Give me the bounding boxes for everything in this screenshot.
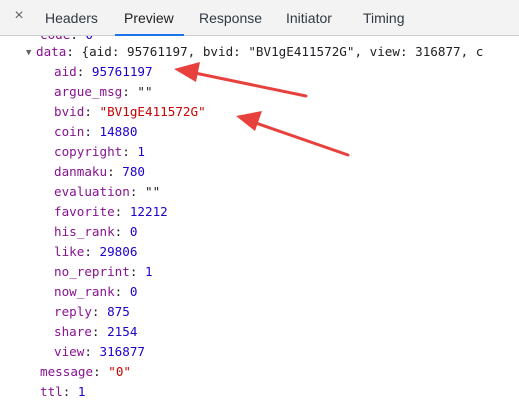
json-field-reply: reply: 875 <box>54 304 130 319</box>
json-line-ttl: ttl: 1 <box>40 384 86 399</box>
json-key: bvid <box>54 104 85 119</box>
json-field-his-rank: his_rank: 0 <box>54 224 138 239</box>
json-key: message <box>40 364 94 379</box>
json-value: 875 <box>107 304 130 319</box>
json-key: favorite <box>54 204 115 219</box>
json-value: 0 <box>129 224 138 239</box>
json-value: 1 <box>137 144 146 159</box>
devtools-tab-bar: × Headers Preview Response Initiator Tim… <box>0 0 519 36</box>
json-key: ttl <box>40 384 63 399</box>
json-field-danmaku: danmaku: 780 <box>54 164 145 179</box>
json-key: danmaku <box>54 164 108 179</box>
tab-timing[interactable]: Timing <box>363 0 405 35</box>
expand-triangle-icon[interactable]: ▼ <box>26 43 36 63</box>
json-value: 14880 <box>99 124 138 139</box>
tab-preview[interactable]: Preview <box>115 0 184 36</box>
json-field-share: share: 2154 <box>54 324 138 339</box>
json-field-like: like: 29806 <box>54 244 138 259</box>
json-value: 316877 <box>99 344 146 359</box>
json-field-aid: aid: 95761197 <box>54 64 153 79</box>
json-key: coin <box>54 124 85 139</box>
json-value: 1 <box>77 384 86 399</box>
json-field-coin: coin: 14880 <box>54 124 138 139</box>
json-key: data <box>36 44 67 59</box>
json-key: like <box>54 244 85 259</box>
json-value: 12212 <box>129 204 168 219</box>
json-value: 2154 <box>107 324 138 339</box>
tab-initiator[interactable]: Initiator <box>286 0 332 35</box>
json-value: "" <box>137 84 153 99</box>
json-value: 0 <box>129 284 138 299</box>
json-value: 1 <box>145 264 153 279</box>
json-value: 29806 <box>99 244 138 259</box>
json-key: argue_msg <box>54 84 123 99</box>
json-field-copyright: copyright: 1 <box>54 144 146 159</box>
tab-headers[interactable]: Headers <box>45 0 98 35</box>
json-field-now-rank: now_rank: 0 <box>54 284 138 299</box>
json-value: "" <box>145 184 161 199</box>
json-key: evaluation <box>54 184 130 199</box>
json-key: his_rank <box>54 224 115 239</box>
json-key: share <box>54 324 92 339</box>
json-line-message: message: "0" <box>40 364 131 379</box>
json-value: 780 <box>122 164 145 179</box>
json-field-argue-msg: argue_msg: "" <box>54 84 153 99</box>
json-key: reply <box>54 304 92 319</box>
json-field-view: view: 316877 <box>54 344 146 359</box>
json-key: now_rank <box>54 284 115 299</box>
json-field-evaluation: evaluation: "" <box>54 184 161 199</box>
json-key: view <box>54 344 85 359</box>
json-key: aid <box>54 64 77 79</box>
json-field-bvid: bvid: "BV1gE411572G" <box>54 104 206 119</box>
close-icon[interactable]: × <box>11 7 27 25</box>
json-field-no-reprint: no_reprint: 1 <box>54 264 153 279</box>
json-value: "0" <box>108 364 131 379</box>
json-preview-panel: code: 0 ▼data: {aid: 95761197, bvid: "BV… <box>0 36 519 406</box>
json-key: copyright <box>54 144 123 159</box>
json-object-summary: {aid: 95761197, bvid: "BV1gE411572G", vi… <box>81 44 484 59</box>
json-value: 95761197 <box>91 64 153 79</box>
json-field-favorite: favorite: 12212 <box>54 204 168 219</box>
tab-response[interactable]: Response <box>199 0 262 35</box>
json-value: "BV1gE411572G" <box>99 104 206 119</box>
json-line-data[interactable]: ▼ data: {aid: 95761197, bvid: "BV1gE41157… <box>26 42 483 62</box>
json-key: no_reprint <box>54 264 130 279</box>
